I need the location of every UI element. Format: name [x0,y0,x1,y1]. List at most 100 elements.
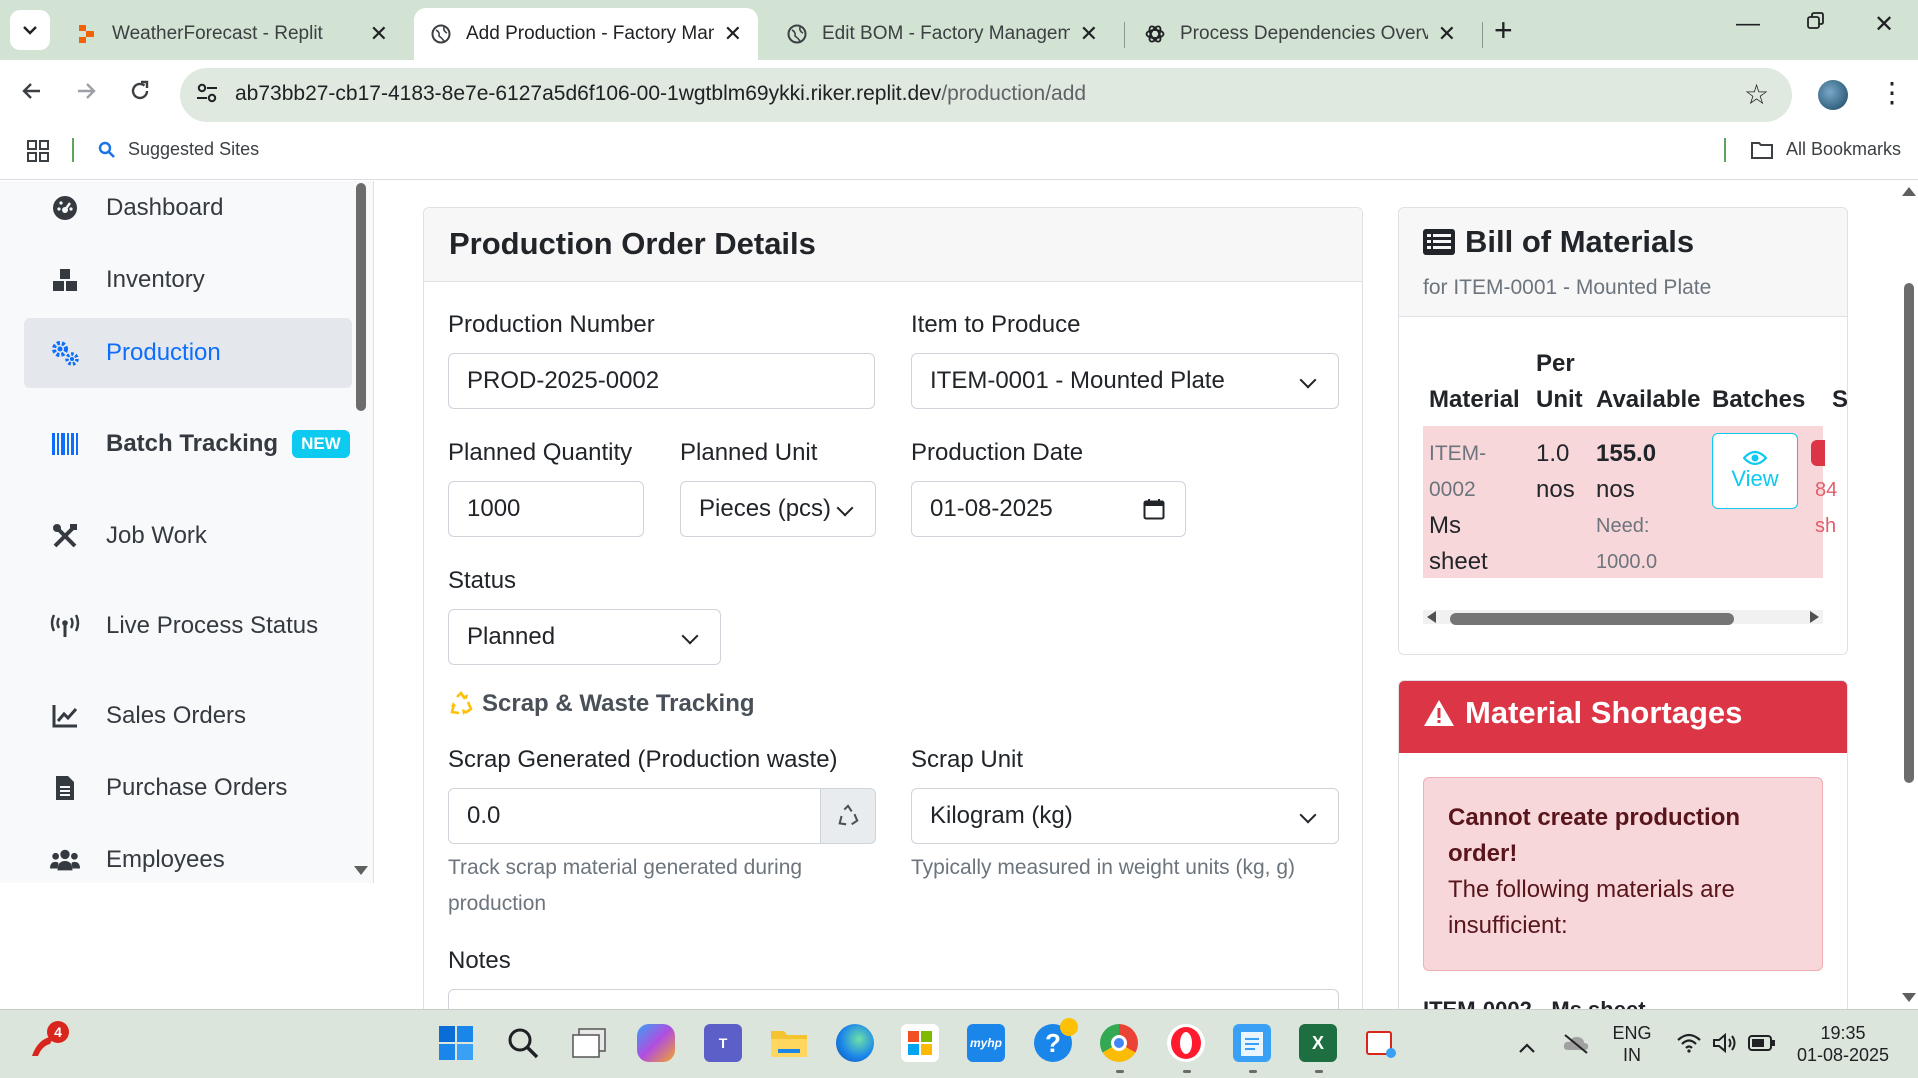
sidebar-item-batch-tracking[interactable]: Batch Tracking NEW [24,409,352,479]
per-unit-value: 1.0 nos [1536,436,1575,508]
running-indicator [1183,1070,1191,1073]
file-explorer-icon[interactable] [770,1024,808,1062]
scroll-right-arrow[interactable] [1809,611,1819,623]
bookmark-label: Suggested Sites [128,139,260,159]
sidebar-scrollbar-thumb[interactable] [356,183,366,411]
page-scroll-down-arrow[interactable] [1902,993,1916,1002]
bookmark-suggested-sites[interactable]: Suggested Sites [98,139,259,160]
excel-icon[interactable]: X [1299,1024,1337,1062]
page-scrollbar-thumb[interactable] [1904,283,1914,783]
battery-icon[interactable] [1748,1035,1776,1056]
back-button[interactable] [20,78,44,110]
status-line: 84 [1815,479,1838,501]
restore-button[interactable] [1806,10,1826,38]
scrap-recycle-button[interactable] [820,788,876,844]
tab-process-dependencies[interactable]: Process Dependencies Overview ✕ [1128,8,1472,60]
bookmarks-bar [0,130,1918,180]
bookmark-star-icon[interactable]: ☆ [1744,78,1769,111]
bom-subtitle: for ITEM-0001 - Mounted Plate [1423,276,1712,299]
notification-count-badge: 4 [47,1021,69,1043]
view-batches-button[interactable]: View [1712,433,1798,509]
close-icon[interactable]: ✕ [724,21,742,47]
tab-add-production[interactable]: Add Production - Factory Mana ✕ [414,8,758,60]
close-icon[interactable]: ✕ [1080,21,1098,47]
sidebar-item-purchase-orders[interactable]: Purchase Orders [24,753,352,823]
copilot-icon[interactable] [637,1024,675,1062]
sidebar-item-employees[interactable]: Employees [24,825,352,883]
sidebar-item-live-process-status[interactable]: Live Process Status [24,591,352,661]
reload-button[interactable] [128,78,152,110]
sidebar-item-inventory[interactable]: Inventory [24,245,352,315]
url-path: /production/add [941,82,1087,105]
scrap-generated-label: Scrap Generated (Production waste) [448,746,838,773]
material-shortages-card: Material Shortages Cannot create product… [1398,680,1848,1040]
forward-button[interactable] [74,78,98,110]
column-header-batches: Batches [1712,386,1806,413]
bookmark-all-bookmarks[interactable]: All Bookmarks [1750,139,1901,160]
tab-search-button[interactable] [10,10,50,50]
users-icon [50,845,80,875]
language-indicator[interactable]: ENG IN [1612,1022,1652,1066]
scrap-unit-select[interactable]: Kilogram (kg) [911,788,1339,844]
production-date-input[interactable]: 01-08-2025 [911,481,1186,537]
status-select[interactable]: Planned [448,609,721,665]
teams-icon[interactable]: T [704,1024,742,1062]
status-partial-text: 84 sh [1815,472,1837,544]
close-icon[interactable]: ✕ [370,21,388,47]
site-settings-icon[interactable] [194,80,220,111]
tab-separator [1124,22,1125,48]
myhp-icon[interactable]: myhp [967,1024,1005,1062]
new-tab-button[interactable]: + [1494,12,1513,49]
search-icon[interactable] [504,1024,542,1062]
profile-avatar[interactable] [1818,80,1848,110]
sidebar-item-label: Employees [106,846,225,873]
language-line: ENG [1612,1023,1652,1043]
scrap-generated-input[interactable]: 0.0 [448,788,821,844]
planned-unit-select[interactable]: Pieces (pcs) [680,481,876,537]
minimize-button[interactable]: — [1736,10,1760,38]
tab-weatherforecast[interactable]: WeatherForecast - Replit ✕ [60,8,404,60]
sidebar-item-dashboard[interactable]: Dashboard [24,181,352,243]
alert-message: Cannot create production order! The foll… [1448,800,1798,944]
chrome-icon[interactable] [1100,1024,1138,1062]
bom-scroll-thumb[interactable] [1450,613,1734,625]
calendar-icon[interactable] [1143,498,1165,520]
sidebar-item-production[interactable]: Production [24,318,352,388]
menu-kebab-icon[interactable]: ⋮ [1878,76,1906,109]
help-notification-dot [1060,1018,1078,1036]
shortages-header: Material Shortages [1399,681,1847,753]
planned-quantity-label: Planned Quantity [448,439,633,466]
microsoft-store-icon[interactable] [901,1024,939,1062]
tab-edit-bom[interactable]: Edit BOM - Factory Managemen ✕ [770,8,1114,60]
sidebar-scroll-down-arrow[interactable] [354,866,368,875]
apps-grid-icon[interactable] [26,139,50,168]
planned-quantity-input[interactable]: 1000 [448,481,644,537]
windows-start-icon[interactable] [437,1024,475,1062]
warning-icon [1424,700,1454,726]
page-scroll-up-arrow[interactable] [1902,187,1916,196]
snipping-tool-icon[interactable] [1362,1024,1400,1062]
wifi-icon[interactable] [1676,1033,1702,1058]
close-window-button[interactable]: ✕ [1874,10,1894,39]
volume-icon[interactable] [1712,1032,1738,1058]
edge-icon[interactable] [836,1024,874,1062]
sidebar-item-sales-orders[interactable]: Sales Orders [24,681,352,751]
url-text[interactable]: ab73bb27-cb17-4183-8e7e-6127a5d6f106-00-… [235,82,1086,106]
running-indicator [1315,1070,1323,1073]
clock[interactable]: 19:35 01-08-2025 [1794,1022,1892,1066]
opera-icon[interactable] [1167,1024,1205,1062]
sidebar-below-blank [0,883,374,1009]
notepad-icon[interactable] [1233,1024,1271,1062]
sidebar-item-job-work[interactable]: Job Work [24,501,352,571]
material-code-line: 0002 [1429,478,1476,501]
onedrive-offline-icon[interactable] [1562,1032,1590,1059]
column-header-available: Available [1596,386,1701,413]
material-name-line: Ms [1429,512,1461,539]
task-view-icon[interactable] [570,1024,608,1062]
item-to-produce-select[interactable]: ITEM-0001 - Mounted Plate [911,353,1339,409]
folder-icon [1751,141,1773,159]
scroll-left-arrow[interactable] [1427,611,1437,623]
tray-overflow-chevron-icon[interactable] [1518,1034,1536,1060]
production-number-input[interactable]: PROD-2025-0002 [448,353,875,409]
close-icon[interactable]: ✕ [1438,21,1456,47]
